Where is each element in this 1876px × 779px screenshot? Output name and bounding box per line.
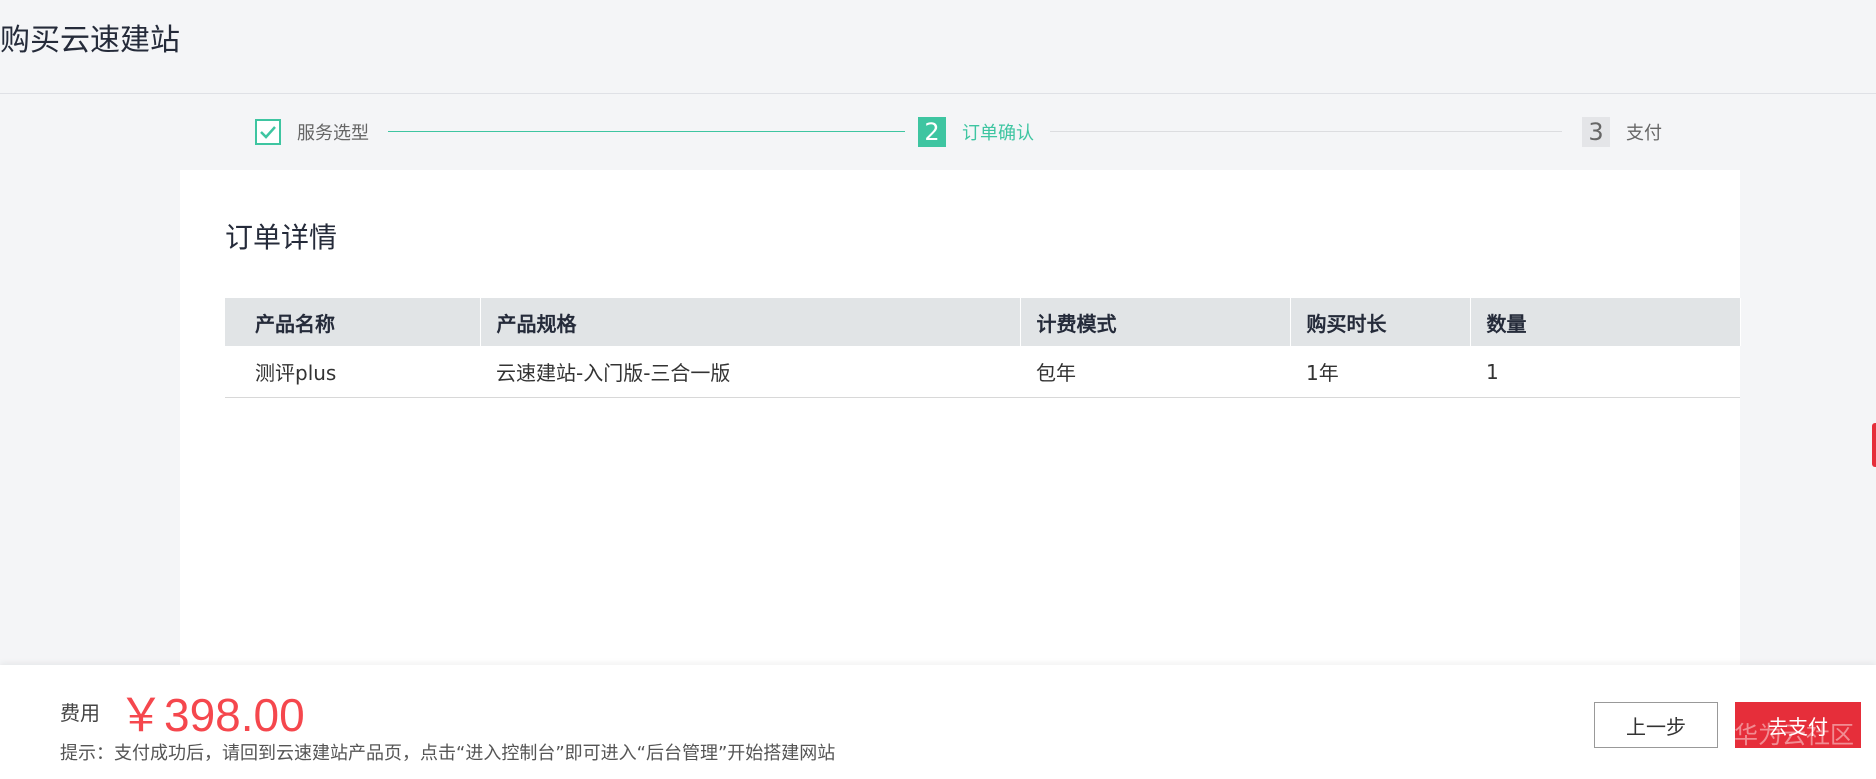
step-label: 支付 xyxy=(1626,123,1662,144)
order-details-card: 订单详情 产品名称 产品规格 计费模式 购买时长 数量 测评plus 云速建站-… xyxy=(180,170,1741,670)
cell-product-spec: 云速建站-入门版-三合一版 xyxy=(480,346,1020,398)
side-feedback-tab[interactable] xyxy=(1872,423,1876,467)
payment-tip: 提示：支付成功后，请回到云速建站产品页，点击“进入控制台”即可进入“后台管理”开… xyxy=(60,743,836,764)
fee-label: 费用 xyxy=(60,701,100,725)
step-service-selection: 服务选型 xyxy=(255,116,369,148)
column-header-billing-mode: 计费模式 xyxy=(1020,298,1291,346)
payment-footer: 费用 ￥398.00 提示：支付成功后，请回到云速建站产品页，点击“进入控制台”… xyxy=(0,665,1876,779)
step-number: 2 xyxy=(918,117,946,147)
cell-billing-mode: 包年 xyxy=(1020,346,1290,398)
cell-duration: 1年 xyxy=(1290,346,1470,398)
cell-quantity: 1 xyxy=(1470,346,1740,398)
step-connector-pending xyxy=(1050,131,1562,132)
cell-product-name: 测评plus xyxy=(225,346,480,398)
column-header-product-spec: 产品规格 xyxy=(480,298,1021,346)
column-header-duration: 购买时长 xyxy=(1290,298,1471,346)
step-number: 3 xyxy=(1582,117,1610,147)
column-header-product-name: 产品名称 xyxy=(225,298,481,346)
column-header-quantity: 数量 xyxy=(1470,298,1741,346)
order-table: 产品名称 产品规格 计费模式 购买时长 数量 测评plus 云速建站-入门版-三… xyxy=(225,298,1741,398)
title-divider xyxy=(0,93,1876,94)
table-header-row: 产品名称 产品规格 计费模式 购买时长 数量 xyxy=(225,298,1741,346)
step-label: 服务选型 xyxy=(297,123,369,144)
order-details-title: 订单详情 xyxy=(225,221,338,254)
check-icon xyxy=(255,119,281,145)
go-pay-button[interactable]: 去支付 xyxy=(1735,702,1861,748)
fee-amount: ￥398.00 xyxy=(118,689,305,741)
page-title: 购买云速建站 xyxy=(0,23,180,58)
purchase-page: 购买云速建站 服务选型 2 订单确认 3 支付 订单详情 产品名称 产品规格 计… xyxy=(0,0,1876,779)
step-label: 订单确认 xyxy=(962,123,1034,144)
previous-step-button[interactable]: 上一步 xyxy=(1594,702,1718,748)
steps-progress: 服务选型 2 订单确认 3 支付 xyxy=(255,116,1665,148)
step-order-confirm: 2 订单确认 xyxy=(918,116,1034,148)
step-payment: 3 支付 xyxy=(1582,116,1662,148)
table-row: 测评plus 云速建站-入门版-三合一版 包年 1年 1 xyxy=(225,346,1740,398)
step-connector-done xyxy=(388,131,905,132)
